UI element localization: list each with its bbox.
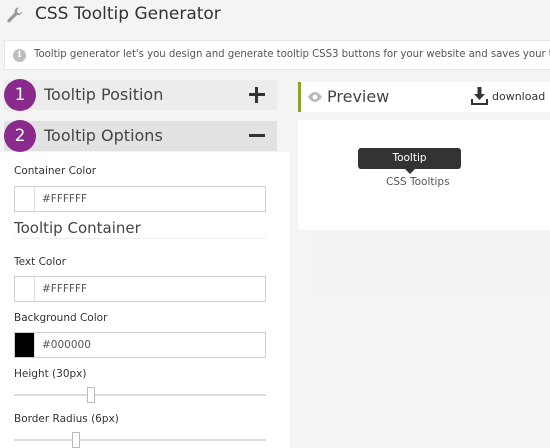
container-color-input[interactable]: #FFFFFF: [14, 186, 266, 212]
download-button[interactable]: download: [471, 86, 550, 108]
accordion-label-tooltip-options: Tooltip Options: [44, 126, 163, 145]
background-color-input[interactable]: #000000: [14, 332, 266, 358]
download-icon: [471, 87, 488, 105]
top-bar: CSS Tooltip Generator: [0, 0, 550, 32]
text-color-label: Text Color: [14, 256, 66, 268]
info-icon: i: [13, 49, 26, 62]
border-radius-slider-thumb[interactable]: [72, 432, 80, 448]
height-slider[interactable]: [14, 387, 266, 403]
eye-icon: [308, 92, 322, 102]
preview-header: Preview download: [298, 82, 550, 112]
app-title: CSS Tooltip Generator: [35, 4, 221, 24]
height-slider-thumb[interactable]: [87, 387, 95, 403]
preview-title: Preview: [327, 87, 390, 106]
height-label: Height (30px): [14, 368, 87, 380]
border-radius-slider[interactable]: [14, 432, 266, 448]
preview-shadow: [312, 232, 550, 292]
accordion-tooltip-options[interactable]: 2 Tooltip Options: [4, 120, 277, 152]
section-divider: [14, 238, 266, 239]
container-color-swatch[interactable]: [15, 187, 35, 211]
background-color-label: Background Color: [14, 312, 108, 324]
text-color-swatch[interactable]: [15, 277, 35, 301]
expand-plus-icon[interactable]: [249, 87, 265, 103]
tooltip-bubble: Tooltip: [358, 148, 461, 169]
background-color-value: #000000: [42, 339, 91, 351]
info-text: Tooltip generator let's you design and g…: [34, 49, 550, 60]
background-color-swatch[interactable]: [15, 333, 35, 357]
tooltip-options-panel: Container Color #FFFFFF Tooltip Containe…: [0, 152, 290, 448]
step-badge-2: 2: [4, 120, 36, 152]
download-label: download: [492, 90, 546, 103]
accordion-label-tooltip-position: Tooltip Position: [44, 85, 164, 104]
tooltip-arrow: [405, 169, 415, 174]
info-banner: i Tooltip generator let's you design and…: [4, 40, 550, 70]
border-radius-label: Border Radius (6px): [14, 413, 119, 425]
container-color-label: Container Color: [14, 165, 97, 177]
container-color-value: #FFFFFF: [42, 193, 88, 205]
tooltip-container-heading: Tooltip Container: [14, 219, 141, 237]
collapse-minus-icon[interactable]: [249, 134, 265, 137]
wrench-icon: [7, 7, 23, 23]
tooltip-target-text[interactable]: CSS Tooltips: [386, 176, 450, 188]
step-badge-1: 1: [4, 79, 36, 111]
text-color-value: #FFFFFF: [42, 283, 88, 295]
accordion-tooltip-position[interactable]: 1 Tooltip Position: [4, 79, 277, 111]
preview-area: Tooltip CSS Tooltips: [298, 120, 550, 230]
text-color-input[interactable]: #FFFFFF: [14, 276, 266, 302]
